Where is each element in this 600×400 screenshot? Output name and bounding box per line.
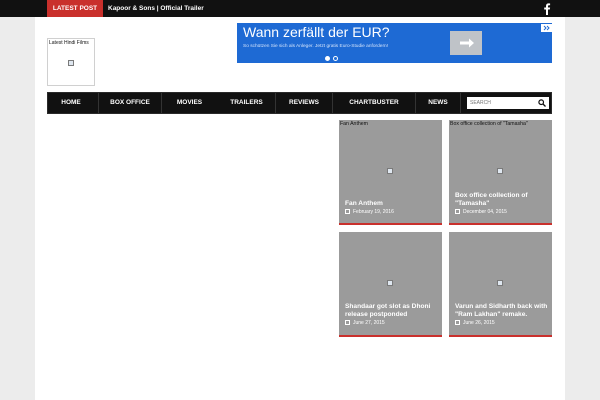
calendar-icon [345, 320, 350, 325]
arrow-right-icon [460, 38, 474, 48]
post-card[interactable]: Box office collection of "Tamasha" Box o… [449, 120, 552, 225]
post-title[interactable]: Shandaar got slot as Dhoni release postp… [345, 303, 439, 319]
ad-subtext: So schützen Sie sich als Anleger. Jetzt … [243, 44, 389, 49]
nav-item-box-office[interactable]: BOX OFFICE [99, 93, 161, 113]
main-nav: HOME BOX OFFICE MOVIES TRAILERS REVIEWS … [47, 92, 552, 114]
post-date-text: December 04, 2015 [463, 209, 507, 215]
nav-item-chartbuster[interactable]: CHARTBUSTER [333, 93, 415, 113]
post-date: December 04, 2015 [455, 209, 507, 215]
latest-post-link[interactable]: Kapoor & Sons | Official Trailer [108, 0, 204, 17]
post-date-text: June 27, 2015 [353, 320, 385, 326]
ad-slide-dot-1[interactable] [325, 56, 330, 61]
top-bar: LATEST POST Kapoor & Sons | Official Tra… [0, 0, 600, 17]
post-title[interactable]: Fan Anthem [345, 200, 439, 208]
calendar-icon [455, 320, 460, 325]
post-date: February 19, 2016 [345, 209, 394, 215]
latest-post-badge: LATEST POST [47, 0, 103, 17]
post-date-text: June 26, 2015 [463, 320, 495, 326]
broken-image-icon [387, 168, 393, 174]
site-logo-alt-text: Latest Hindi Films [49, 40, 89, 46]
ad-banner[interactable]: Wann zerfällt der EUR? So schützen Sie s… [237, 23, 552, 63]
ad-cta-button[interactable] [450, 31, 482, 55]
post-title[interactable]: Varun and Sidharth back with "Ram Lakhan… [455, 303, 549, 319]
broken-image-icon [497, 280, 503, 286]
ad-slide-dot-2[interactable] [333, 56, 338, 61]
calendar-icon [455, 209, 460, 214]
post-card[interactable]: Varun and Sidharth back with "Ram Lakhan… [449, 232, 552, 337]
post-card[interactable]: Shandaar got slot as Dhoni release postp… [339, 232, 442, 337]
post-date: June 26, 2015 [455, 320, 495, 326]
broken-image-icon [387, 280, 393, 286]
broken-image-icon [68, 60, 74, 66]
nav-item-home[interactable]: HOME [48, 93, 94, 113]
search-input[interactable] [467, 97, 535, 109]
nav-item-trailers[interactable]: TRAILERS [218, 93, 275, 113]
ad-choices-icon[interactable] [541, 24, 552, 32]
site-logo[interactable]: Latest Hindi Films [47, 38, 95, 86]
nav-item-movies[interactable]: MOVIES [162, 93, 217, 113]
calendar-icon [345, 209, 350, 214]
search-box [467, 97, 549, 109]
nav-divider [460, 93, 461, 113]
post-title[interactable]: Box office collection of "Tamasha" [455, 192, 549, 208]
facebook-icon[interactable] [542, 2, 552, 15]
broken-image-icon [497, 168, 503, 174]
post-image-alt-text: Box office collection of "Tamasha" [450, 121, 528, 127]
nav-item-news[interactable]: NEWS [416, 93, 460, 113]
post-card[interactable]: Fan Anthem Fan Anthem February 19, 2016 [339, 120, 442, 225]
post-date-text: February 19, 2016 [353, 209, 394, 215]
ad-headline: Wann zerfällt der EUR? [243, 24, 390, 40]
nav-item-reviews[interactable]: REVIEWS [276, 93, 332, 113]
post-date: June 27, 2015 [345, 320, 385, 326]
post-image-alt-text: Fan Anthem [340, 121, 368, 127]
search-icon[interactable] [538, 99, 546, 107]
